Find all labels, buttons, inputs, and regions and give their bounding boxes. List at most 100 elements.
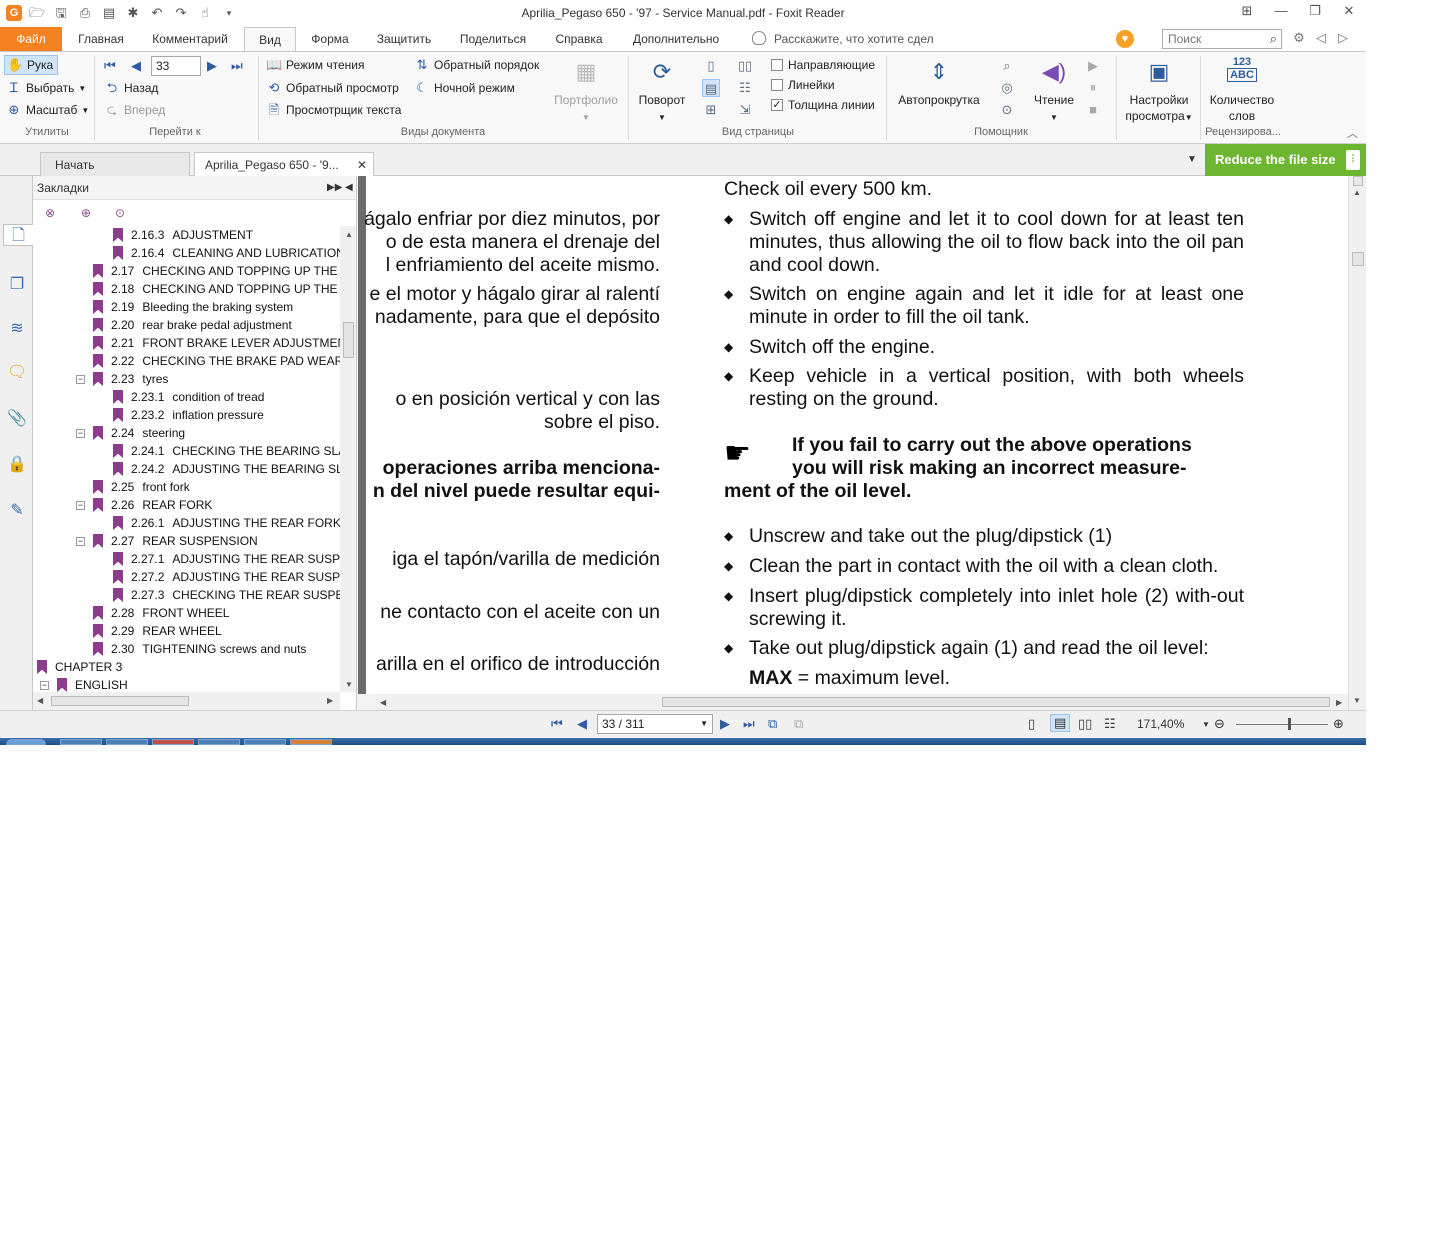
bookmark-item[interactable]: 2.18 CHECKING AND TOPPING UP THE F [93, 280, 340, 298]
signatures-icon[interactable]: ✎ [6, 500, 28, 522]
next-page-icon[interactable]: ▶ [207, 58, 217, 74]
expand-panel-icon[interactable]: ▶▶ [327, 176, 342, 200]
previous-view-icon[interactable]: ⧉ [768, 716, 777, 732]
collapse-ribbon-icon[interactable]: ︿ [1347, 125, 1358, 141]
facing-page-icon[interactable]: ▯▯ [736, 57, 754, 75]
reading-mode-button[interactable]: 📖 Режим чтения [266, 55, 364, 75]
checkbox-line-weight[interactable]: ✓ [771, 99, 783, 111]
bookmark-item[interactable]: 2.23.2 inflation pressure [113, 406, 264, 424]
bookmark-item[interactable]: 2.26.1 ADJUSTING THE REAR FORK [113, 514, 340, 532]
view-settings-button[interactable]: ▣ Настройки просмотра▼ [1120, 56, 1198, 126]
taskbar-item[interactable] [290, 739, 332, 745]
minimize-button[interactable]: — [1264, 0, 1298, 24]
scroll-down-icon[interactable]: ▼ [345, 680, 353, 689]
bookmark-item[interactable]: 2.20 rear brake pedal adjustment [93, 316, 292, 334]
zoom-slider[interactable] [1236, 724, 1328, 725]
bookmarks-vertical-scrollbar[interactable]: ▲ ▼ [340, 226, 356, 692]
maximize-button[interactable]: ❐ [1298, 0, 1332, 24]
find-bookmark-icon[interactable]: ⊙ [111, 204, 129, 222]
collapse-panel-icon[interactable]: ◀ [345, 176, 353, 200]
tree-toggle-icon[interactable]: − [76, 536, 85, 546]
zoom-in-icon[interactable]: ⊕ [1333, 716, 1344, 732]
tree-toggle-icon[interactable]: − [76, 374, 85, 384]
last-page-icon[interactable]: ⏭ [231, 58, 243, 74]
bookmark-item[interactable]: −CHAPTER 3 [33, 658, 122, 676]
read-aloud-button[interactable]: ◀) Чтение ▼ [1028, 56, 1080, 126]
word-count-button[interactable]: 123 ABC Количество слов [1204, 56, 1280, 124]
bookmark-item[interactable]: 2.16.4 CLEANING AND LUBRICATION [113, 244, 340, 262]
page-number-field[interactable]: 33 / 311 ▼ [597, 714, 713, 734]
portfolio-button[interactable]: ▦ Портфолио ▼ [550, 56, 622, 126]
scroll-top-mark[interactable] [1353, 176, 1363, 186]
checkbox-guides[interactable] [771, 59, 783, 71]
scroll-left-icon[interactable]: ◀ [380, 698, 386, 707]
single-page-view-icon[interactable]: ▯ [1028, 716, 1035, 732]
delete-bookmark-icon[interactable]: ⊗ [41, 204, 59, 222]
guides-checkbox[interactable]: Направляющие [771, 56, 875, 74]
line-weight-checkbox[interactable]: ✓ Толщина линии [771, 96, 875, 114]
search-icon[interactable]: ⌕ [1270, 31, 1277, 47]
bookmark-item[interactable]: 2.24.2 ADJUSTING THE BEARING SLA [113, 460, 340, 478]
select-tool-button[interactable]: Ꮖ Выбрать ▼ [6, 78, 87, 98]
taskbar-item[interactable] [244, 739, 286, 745]
zoom-level[interactable]: 171,40% [1137, 717, 1184, 731]
taskbar-item[interactable] [60, 739, 102, 745]
auto-fit-icon[interactable]: ⇲ [736, 101, 754, 119]
zoom-out-icon[interactable]: ⊖ [1214, 716, 1225, 732]
text-viewer-button[interactable]: 🗎 Просмотрщик текста [266, 100, 402, 120]
tab-view[interactable]: Вид [244, 27, 296, 52]
tab-comment[interactable]: Комментарий [142, 27, 238, 51]
split-view-icon[interactable]: ⊞ [702, 101, 720, 119]
facing-view-icon[interactable]: ▯▯ [1078, 716, 1092, 732]
security-lock-icon[interactable]: 🔒 [6, 454, 28, 476]
taskbar-item[interactable] [152, 739, 194, 745]
layers-icon[interactable]: ≋ [6, 318, 28, 340]
forward-button[interactable]: ⮎ Вперед [104, 100, 165, 120]
bookmark-item[interactable]: 2.17 CHECKING AND TOPPING UP THE F [93, 262, 340, 280]
rulers-checkbox[interactable]: Линейки [771, 76, 835, 94]
play-icon[interactable]: ▶ [1084, 57, 1102, 75]
first-page-icon[interactable]: ⏮ [104, 58, 116, 74]
zoom-tool-button[interactable]: ⊕ Масштаб ▼ [6, 100, 90, 120]
tab-start-page[interactable]: Начать [40, 152, 190, 176]
scroll-up-icon[interactable]: ▲ [345, 230, 353, 239]
document-scroll-thumb[interactable] [1352, 252, 1364, 266]
tree-toggle-icon[interactable]: − [76, 428, 85, 438]
next-view-icon[interactable]: ⧉ [794, 716, 803, 732]
previous-page-icon[interactable]: ◀ [131, 58, 141, 74]
tab-protect[interactable]: Защитить [368, 27, 440, 51]
autoscroll-button[interactable]: ⇕ Автопрокрутка [892, 56, 986, 108]
tab-form[interactable]: Форма [302, 27, 358, 51]
bookmark-item[interactable]: 2.23.1 condition of tread [113, 388, 264, 406]
bookmark-item[interactable]: 2.24.1 CHECKING THE BEARING SLAC [113, 442, 340, 460]
document-vertical-scrollbar[interactable]: ▲ ▼ [1348, 176, 1366, 710]
tab-extra[interactable]: Дополнительно [622, 27, 730, 51]
bookmark-item[interactable]: 2.25 front fork [93, 478, 190, 496]
tab-file[interactable]: Файл [0, 27, 62, 51]
bookmark-item[interactable]: − ENGLISH [40, 676, 128, 692]
continuous-facing-view-icon[interactable]: ☷ [1104, 716, 1116, 732]
continuous-facing-icon[interactable]: ☷ [736, 79, 754, 97]
document-horizontal-scrollbar[interactable]: ◀ ▶ [376, 694, 1348, 710]
bookmark-item[interactable]: 2.27.2 ADJUSTING THE REAR SUSPE [113, 568, 340, 586]
bookmark-item[interactable]: 2.21 FRONT BRAKE LEVER ADJUSTMENT [93, 334, 340, 352]
tree-toggle-icon[interactable]: − [40, 680, 49, 690]
next-icon[interactable]: ▷ [1332, 30, 1354, 46]
bookmark-item[interactable]: 2.27.1 ADJUSTING THE REAR SUSPE [113, 550, 340, 568]
night-mode-button[interactable]: ☾ Ночной режим [414, 78, 515, 98]
bookmark-item[interactable]: − 2.23 tyres [76, 370, 168, 388]
bookmark-item[interactable]: 2.16.3 ADJUSTMENT [113, 226, 253, 244]
tab-help[interactable]: Справка [548, 27, 610, 51]
first-page-icon[interactable]: ⏮ [551, 716, 563, 732]
reverse-order-button[interactable]: ⇅ Обратный порядок [414, 55, 540, 75]
close-button[interactable]: ✕ [1332, 0, 1366, 24]
tell-me-box[interactable]: Расскажите, что хотите сдел [752, 27, 934, 51]
bookmark-item[interactable]: − 2.26 REAR FORK [76, 496, 212, 514]
settings-gear-icon[interactable]: ⚙ [1288, 30, 1310, 46]
next-page-icon[interactable]: ▶ [720, 716, 730, 732]
bookmark-item[interactable]: 2.28 FRONT WHEEL [93, 604, 229, 622]
scroll-up-icon[interactable]: ▲ [1353, 188, 1361, 197]
bookmark-item[interactable]: − 2.27 REAR SUSPENSION [76, 532, 258, 550]
rotate-button[interactable]: ⟳ Поворот ▼ [634, 56, 690, 126]
scroll-right-icon[interactable]: ▶ [327, 696, 333, 705]
